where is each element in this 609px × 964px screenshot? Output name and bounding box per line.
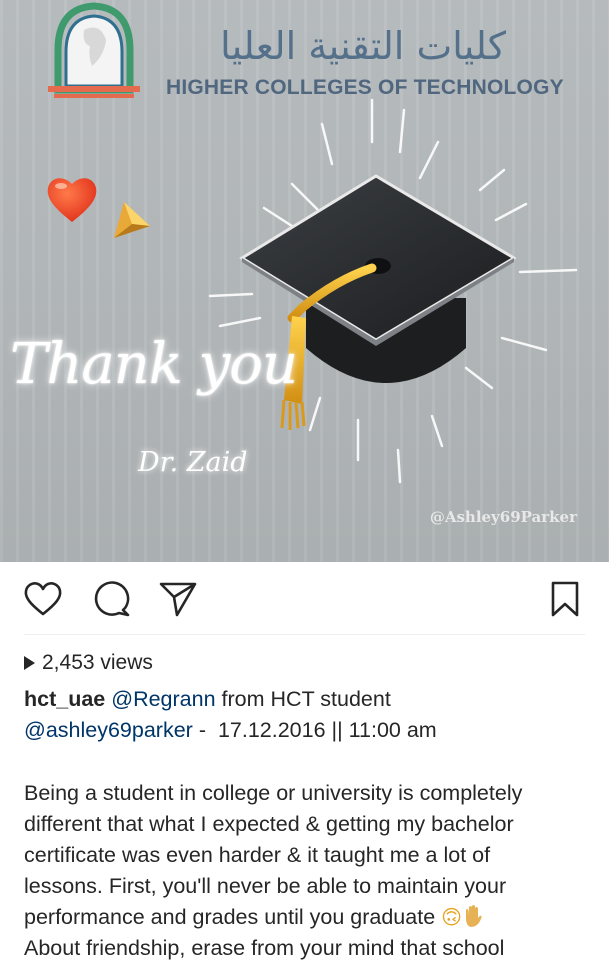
caption-body: Being a student in college or university… — [24, 778, 594, 964]
caption-date: 17.12.2016 — [217, 718, 326, 742]
caption-separator: - — [192, 718, 218, 742]
like-button[interactable] — [23, 579, 63, 619]
body-line: different that what I expected & getting… — [24, 812, 514, 836]
share-button[interactable] — [158, 579, 198, 619]
mention-regrann[interactable]: @Regrann — [111, 687, 215, 711]
save-button[interactable] — [545, 579, 585, 619]
body-line: performance and grades until you graduat… — [24, 902, 594, 933]
view-count[interactable]: 2,453 views — [24, 651, 153, 675]
action-divider — [24, 634, 585, 635]
view-count-label: 2,453 views — [42, 651, 153, 674]
heart-icon — [24, 582, 62, 616]
body-line: lessons. First, you'll never be able to … — [24, 874, 507, 898]
comment-button[interactable] — [92, 579, 132, 619]
body-line: certificate was even harder & it taught … — [24, 843, 491, 867]
comment-icon — [94, 581, 130, 617]
watermark-text: @Ashley69Parker — [429, 508, 577, 526]
share-icon — [159, 582, 197, 617]
caption-username[interactable]: hct_uae — [24, 687, 105, 711]
thank-you-text: Thank you — [10, 332, 298, 397]
upside-down-face-emoji: 🙃 — [441, 905, 462, 929]
raised-hand-emoji-icon — [466, 905, 482, 927]
bookmark-icon — [551, 581, 579, 617]
mention-student[interactable]: @ashley69parker — [24, 718, 193, 742]
body-line: Being a student in college or university… — [24, 781, 523, 805]
caption-time: 11:00 am — [348, 718, 437, 742]
body-line-text: performance and grades until you graduat… — [24, 905, 436, 929]
post-image[interactable]: كليات التقنية العليا HIGHER COLLEGES OF … — [0, 0, 609, 562]
graduation-cap-icon — [239, 174, 516, 430]
body-line: About friendship, erase from your mind t… — [24, 936, 505, 960]
arrow-emoji-icon — [114, 202, 150, 238]
hct-logo-icon — [48, 2, 140, 98]
caption-divider: || — [325, 718, 349, 742]
heart-emoji-icon — [47, 178, 97, 222]
doctor-name-text: Dr. Zaid — [138, 447, 248, 478]
post-action-bar — [0, 562, 609, 634]
logo-arabic-text: كليات التقنية العليا — [220, 24, 506, 68]
play-icon — [24, 656, 35, 670]
caption-from-text: from HCT student — [215, 687, 391, 711]
post-caption: hct_uae @Regrann from HCT student @ashle… — [24, 684, 594, 746]
